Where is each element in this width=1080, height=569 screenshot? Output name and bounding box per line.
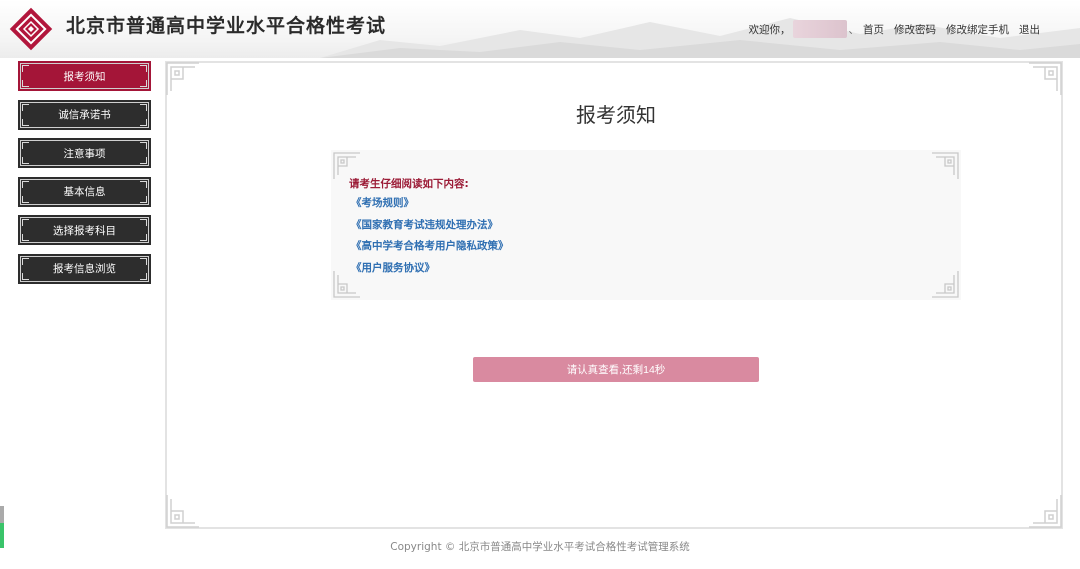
document-link-list: 《考场规则》 《国家教育考试违规处理办法》 《高中学考合格考用户隐私政策》 《用… [351,196,509,282]
username-redacted [792,20,847,38]
sidebar-item-precautions[interactable]: 注意事项 [18,138,151,168]
sidebar: 报考须知 诚信承诺书 注意事项 基本信息 选择报考科目 报考信息浏览 [18,61,151,292]
sidebar-item-label: 选择报考科目 [53,224,116,237]
sidebar-item-label: 报考信息浏览 [53,263,116,275]
notice-heading: 请考生仔细阅读如下内容: [349,178,469,190]
main-content-frame: 报考须知 请考生仔细阅读如下内容: 《考场规则》 《国家教育考试违规处理办法》 … [165,61,1063,529]
sidebar-item-label: 基本信息 [63,186,106,198]
fret-corner-icon [1029,62,1062,95]
link-violation-handling-rules[interactable]: 《国家教育考试违规处理办法》 [351,218,509,240]
fret-corner-icon [166,495,199,528]
footer-copyright: Copyright © 北京市普通高中学业水平考试合格性考试管理系统 [390,541,690,553]
floating-side-tab[interactable] [0,506,4,548]
sidebar-item-registration-notice[interactable]: 报考须知 [18,61,151,91]
countdown-confirm-button[interactable]: 请认真查看,还剩14秒 [473,357,759,382]
header: 北京市普通高中学业水平合格性考试 欢迎你， 、 首页 修改密码 修改绑定手机 退… [0,0,1080,58]
site-title: 北京市普通高中学业水平合格性考试 [66,15,387,37]
top-nav: 欢迎你， 、 首页 修改密码 修改绑定手机 退出 [748,20,1040,38]
link-exam-room-rules[interactable]: 《考场规则》 [351,196,509,218]
fret-corner-icon [932,271,959,298]
sidebar-item-label: 注意事项 [63,147,106,160]
sidebar-item-basic-info[interactable]: 基本信息 [18,176,151,207]
nav-logout-link[interactable]: 退出 [1019,22,1040,37]
nav-separator: 、 [848,23,860,36]
sidebar-item-integrity-pledge[interactable]: 诚信承诺书 [18,99,151,130]
link-privacy-policy[interactable]: 《高中学考合格考用户隐私政策》 [351,239,509,261]
nav-home-link[interactable]: 首页 [863,22,884,37]
fret-corner-icon [932,152,959,179]
link-user-service-agreement[interactable]: 《用户服务协议》 [351,261,509,283]
sidebar-item-label: 诚信承诺书 [58,109,111,121]
nav-change-password-link[interactable]: 修改密码 [894,22,936,37]
page-title: 报考须知 [576,103,656,127]
fret-corner-icon [166,62,199,95]
notice-box: 请考生仔细阅读如下内容: 《考场规则》 《国家教育考试违规处理办法》 《高中学考… [331,150,961,300]
exam-logo-icon [9,7,53,51]
sidebar-item-registration-browse[interactable]: 报考信息浏览 [18,253,151,284]
nav-change-phone-link[interactable]: 修改绑定手机 [946,22,1009,37]
sidebar-item-select-subjects[interactable]: 选择报考科目 [18,215,151,245]
sidebar-item-label: 报考须知 [63,70,106,83]
welcome-text: 欢迎你， [748,23,791,36]
fret-corner-icon [1029,495,1062,528]
